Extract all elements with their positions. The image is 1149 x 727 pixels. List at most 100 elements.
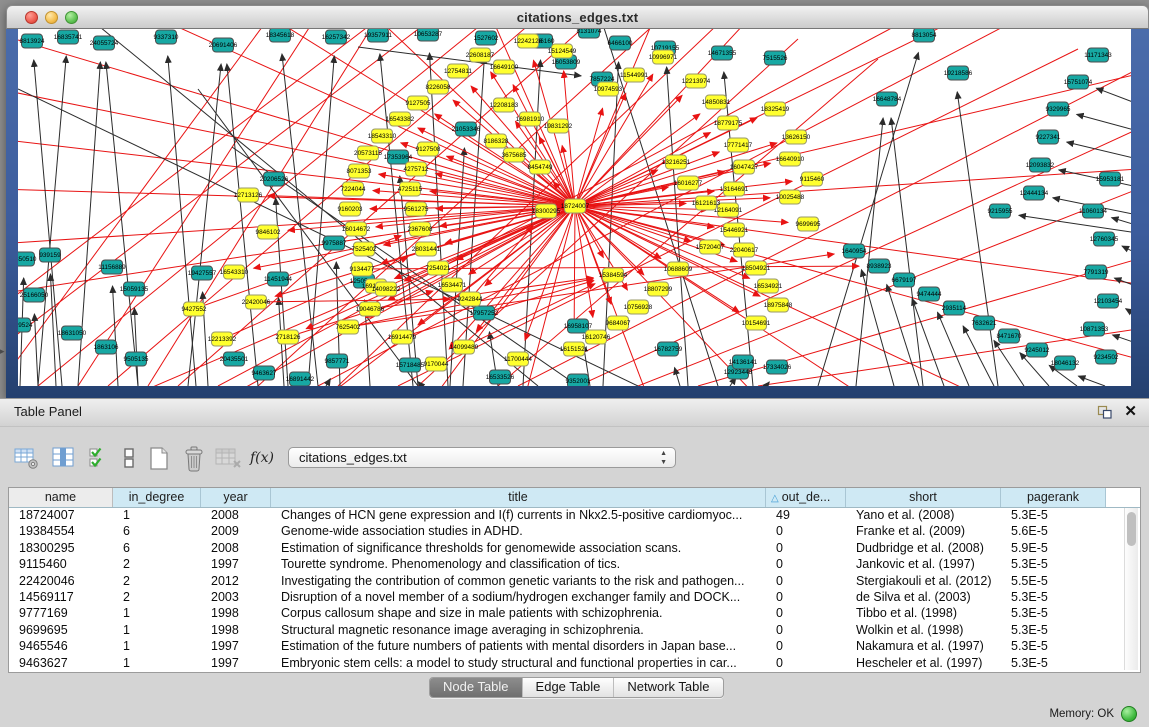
- network-node[interactable]: 9245012: [1025, 343, 1050, 357]
- network-node[interactable]: 15718485: [396, 358, 425, 372]
- network-node[interactable]: 15384594: [599, 268, 628, 282]
- network-node[interactable]: 1527602: [474, 31, 499, 45]
- network-node[interactable]: 15720407: [696, 240, 725, 254]
- network-node[interactable]: 14099489: [450, 340, 479, 354]
- network-node[interactable]: 16257342: [322, 30, 351, 44]
- network-node[interactable]: 15953181: [1096, 172, 1125, 186]
- network-node[interactable]: 9127505: [406, 96, 431, 110]
- float-panel-button[interactable]: [1097, 405, 1113, 420]
- network-node[interactable]: 12103454: [1094, 294, 1123, 308]
- network-node[interactable]: 8813924: [20, 34, 45, 48]
- network-node[interactable]: 19046786: [356, 302, 385, 316]
- network-node[interactable]: 3675685: [502, 148, 527, 162]
- column-header-pagerank[interactable]: pagerank: [1001, 488, 1106, 507]
- table-row[interactable]: 946362711997Embryonic stem cells: a mode…: [9, 655, 1124, 671]
- network-node[interactable]: 12444134: [1020, 186, 1049, 200]
- network-node[interactable]: 8471670: [997, 329, 1022, 343]
- network-node[interactable]: 12242128: [514, 34, 543, 48]
- network-node[interactable]: 13164691: [720, 182, 749, 196]
- network-node[interactable]: 16782759: [654, 342, 683, 356]
- network-node[interactable]: 28031441: [412, 242, 441, 256]
- network-node[interactable]: 14850831: [702, 95, 731, 109]
- tab-network-table[interactable]: Network Table: [613, 678, 722, 697]
- network-node[interactable]: 10871353: [1080, 322, 1109, 336]
- table-row[interactable]: 1872400712008Changes of HCN gene express…: [9, 507, 1124, 523]
- network-node[interactable]: 16534471: [438, 278, 467, 292]
- network-node[interactable]: 11156889: [98, 260, 126, 274]
- network-node[interactable]: 9115460: [800, 172, 825, 186]
- network-node[interactable]: 19831292: [544, 119, 573, 133]
- network-node[interactable]: 7515526: [763, 51, 788, 65]
- select-all-button[interactable]: [88, 446, 110, 472]
- network-node[interactable]: 8071353: [347, 164, 372, 178]
- network-node[interactable]: 20206526: [260, 172, 289, 186]
- table-row[interactable]: 946554611997Estimation of the future num…: [9, 638, 1124, 654]
- network-node[interactable]: 11060134: [1079, 204, 1107, 218]
- network-node[interactable]: 11700444: [504, 352, 532, 366]
- network-node[interactable]: 17957252: [470, 306, 499, 320]
- network-node[interactable]: 14098222: [372, 282, 401, 296]
- network-node[interactable]: 7632621: [972, 316, 997, 330]
- network-node[interactable]: 11544991: [620, 68, 648, 82]
- network-node[interactable]: 21053346: [452, 122, 481, 136]
- network-node[interactable]: 12213974: [682, 74, 711, 88]
- network-node[interactable]: 18724007: [561, 199, 590, 213]
- network-node[interactable]: 20435501: [220, 352, 249, 366]
- network-node[interactable]: 10154691: [742, 316, 771, 330]
- tab-edge-table[interactable]: Edge Table: [522, 678, 614, 697]
- network-node[interactable]: 22420046: [242, 295, 271, 309]
- window-titlebar[interactable]: citations_edges.txt: [6, 5, 1149, 29]
- network-node[interactable]: 17334026: [763, 360, 792, 374]
- network-node[interactable]: 9329965: [1046, 102, 1071, 116]
- network-node[interactable]: 2367608: [408, 222, 433, 236]
- network-node[interactable]: 7224044: [341, 182, 366, 196]
- network-node[interactable]: 9975887: [322, 236, 347, 250]
- column-header-year[interactable]: year: [201, 488, 271, 507]
- network-node[interactable]: 9134477: [350, 262, 375, 276]
- network-node[interactable]: 18543310: [368, 129, 397, 143]
- network-node[interactable]: 15059135: [120, 282, 149, 296]
- network-node[interactable]: 939159: [39, 248, 61, 262]
- network-node[interactable]: 8454749: [528, 160, 553, 174]
- network-node[interactable]: 6679197: [892, 273, 917, 287]
- delete-table-button[interactable]: [215, 446, 243, 472]
- network-node[interactable]: 16649100: [490, 60, 519, 74]
- table-row[interactable]: 911546021997Tourette syndrome. Phenomeno…: [9, 556, 1124, 572]
- network-node[interactable]: 6466100: [608, 36, 633, 50]
- network-node[interactable]: 17771417: [724, 138, 753, 152]
- network-node[interactable]: 9699695: [796, 217, 821, 231]
- network-node[interactable]: 9337310: [154, 30, 179, 44]
- column-header-short[interactable]: short: [846, 488, 1001, 507]
- network-node[interactable]: 10974593: [594, 82, 623, 96]
- network-node[interactable]: 9160203: [338, 202, 363, 216]
- network-node[interactable]: 16016277: [674, 176, 703, 190]
- network-canvas[interactable]: 8813924168357412405572493373102069140618…: [18, 29, 1131, 386]
- network-node[interactable]: 16120746: [582, 330, 611, 344]
- network-node[interactable]: 12213392: [208, 332, 237, 346]
- network-node[interactable]: 16648784: [873, 92, 902, 106]
- network-node[interactable]: 16543310: [220, 265, 249, 279]
- network-node[interactable]: 9215955: [988, 204, 1013, 218]
- network-node[interactable]: 15124549: [548, 44, 577, 58]
- network-node[interactable]: 4275712: [404, 162, 429, 176]
- network-node[interactable]: 11171343: [1084, 48, 1112, 62]
- clear-selection-button[interactable]: [122, 446, 136, 472]
- network-node[interactable]: 2935114: [942, 301, 967, 315]
- column-header-name[interactable]: name: [9, 488, 113, 507]
- table-row[interactable]: 2242004622012Investigating the contribut…: [9, 573, 1124, 589]
- network-node[interactable]: 9170044: [424, 357, 449, 371]
- network-node[interactable]: 9846102: [256, 225, 281, 239]
- network-node[interactable]: 18631050: [58, 326, 87, 340]
- column-header-in_degree[interactable]: in_degree: [113, 488, 201, 507]
- network-node[interactable]: 18325419: [761, 102, 790, 116]
- network-node[interactable]: 16981910: [516, 112, 545, 126]
- panel-collapse-arrow[interactable]: ▸: [0, 346, 5, 357]
- network-node[interactable]: 16891442: [286, 372, 315, 386]
- network-node[interactable]: 9505135: [124, 352, 149, 366]
- network-node[interactable]: 18807299: [644, 282, 673, 296]
- network-graph[interactable]: 8813924168357412405572493373102069140618…: [18, 29, 1131, 386]
- network-node[interactable]: 15751074: [1064, 75, 1093, 89]
- network-node[interactable]: 20691406: [209, 38, 238, 52]
- network-node[interactable]: 9684067: [606, 316, 631, 330]
- table-scrollbar[interactable]: [1124, 508, 1138, 670]
